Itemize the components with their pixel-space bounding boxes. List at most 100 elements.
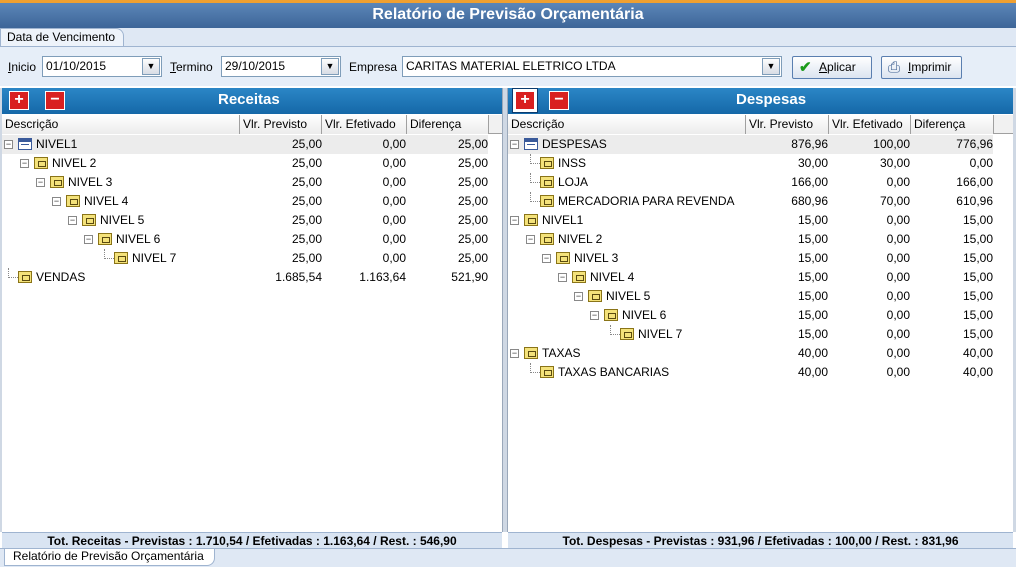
collapse-toggle-icon[interactable]: −: [68, 216, 77, 225]
tree-row[interactable]: − NIVEL 2 15,00 0,00 15,00: [508, 230, 993, 249]
tree-row[interactable]: VENDAS 1.685,54 1.163,64 521,90: [2, 268, 488, 287]
tree-row[interactable]: − TAXAS 40,00 0,00 40,00: [508, 344, 993, 363]
tree-row[interactable]: NIVEL 7 15,00 0,00 15,00: [508, 325, 993, 344]
tree-row[interactable]: − NIVEL 3 15,00 0,00 15,00: [508, 249, 993, 268]
tree-row[interactable]: − NIVEL 3 25,00 0,00 25,00: [2, 173, 488, 192]
row-description: MERCADORIA PARA REVENDA: [558, 194, 735, 208]
empresa-select[interactable]: CARITAS MATERIAL ELETRICO LTDA ▼: [402, 56, 782, 77]
bottom-tab-strip: Relatório de Previsão Orçamentária: [0, 548, 1016, 567]
collapse-toggle-icon[interactable]: −: [542, 254, 551, 263]
collapse-toggle-icon[interactable]: −: [574, 292, 583, 301]
plus-icon[interactable]: +: [9, 91, 29, 110]
tree-row[interactable]: − NIVEL 6 15,00 0,00 15,00: [508, 306, 993, 325]
cell-previsto: 25,00: [291, 213, 322, 227]
tab-relatorio[interactable]: Relatório de Previsão Orçamentária: [4, 549, 215, 566]
tree-row[interactable]: − NIVEL 4 15,00 0,00 15,00: [508, 268, 993, 287]
imprimir-button[interactable]: ⎙ Imprimir: [881, 56, 962, 79]
collapse-toggle-icon[interactable]: −: [510, 140, 519, 149]
row-description: TAXAS BANCARIAS: [558, 365, 670, 379]
tree-row[interactable]: INSS 30,00 30,00 0,00: [508, 154, 993, 173]
aplicar-button[interactable]: ✔ Aplicar: [792, 56, 872, 79]
row-description: NIVEL 6: [622, 308, 667, 322]
row-description: NIVEL1: [542, 213, 584, 227]
cell-diferenca: 521,90: [451, 270, 488, 284]
collapse-toggle-icon[interactable]: −: [510, 349, 519, 358]
cell-efetivado: 0,00: [382, 156, 406, 170]
cell-efetivado: 0,00: [382, 137, 406, 151]
folder-icon: [540, 233, 554, 245]
tree-row[interactable]: LOJA 166,00 0,00 166,00: [508, 173, 993, 192]
col-efetivado[interactable]: Vlr. Efetivado: [322, 115, 407, 134]
folder-icon: [588, 290, 602, 302]
cell-efetivado: 0,00: [886, 175, 910, 189]
termino-label: Termino: [170, 60, 213, 74]
col-diferenca[interactable]: Diferença: [911, 115, 994, 134]
folder-icon: [50, 176, 64, 188]
inicio-date-value: 01/10/2015: [46, 59, 107, 73]
collapse-toggle-icon[interactable]: −: [558, 273, 567, 282]
chevron-down-icon[interactable]: ▼: [321, 58, 339, 75]
tree-connector: [8, 268, 18, 278]
row-description: LOJA: [558, 175, 589, 189]
tree-row[interactable]: − NIVEL 6 25,00 0,00 25,00: [2, 230, 488, 249]
collapse-toggle-icon[interactable]: −: [526, 235, 535, 244]
plus-icon[interactable]: +: [513, 89, 537, 112]
cell-efetivado: 0,00: [382, 175, 406, 189]
tree-row[interactable]: − NIVEL1 15,00 0,00 15,00: [508, 211, 993, 230]
row-description: NIVEL 7: [132, 251, 177, 265]
folder-icon: [620, 328, 634, 340]
col-efetivado[interactable]: Vlr. Efetivado: [829, 115, 911, 134]
cell-previsto: 30,00: [797, 156, 828, 170]
cell-previsto: 876,96: [791, 137, 828, 151]
tree-row[interactable]: − NIVEL 4 25,00 0,00 25,00: [2, 192, 488, 211]
cell-efetivado: 1.163,64: [359, 270, 406, 284]
collapse-toggle-icon[interactable]: −: [52, 197, 61, 206]
tree-row[interactable]: − NIVEL1 25,00 0,00 25,00: [2, 135, 488, 154]
collapse-toggle-icon[interactable]: −: [510, 216, 519, 225]
cell-diferenca: 15,00: [962, 232, 993, 246]
minus-icon[interactable]: −: [45, 91, 65, 110]
collapse-toggle-icon[interactable]: −: [20, 159, 29, 168]
termino-date-picker[interactable]: 29/10/2015 ▼: [221, 56, 341, 77]
tree-row[interactable]: NIVEL 7 25,00 0,00 25,00: [2, 249, 488, 268]
row-description: TAXAS: [542, 346, 581, 360]
collapse-toggle-icon[interactable]: −: [36, 178, 45, 187]
inicio-label: Inicio: [8, 60, 37, 74]
folder-icon: [540, 157, 554, 169]
col-diferenca[interactable]: Diferença: [407, 115, 489, 134]
chevron-down-icon[interactable]: ▼: [762, 58, 780, 75]
cell-diferenca: 25,00: [457, 251, 488, 265]
col-descricao[interactable]: Descrição: [508, 115, 746, 134]
tree-row[interactable]: − DESPESAS 876,96 100,00 776,96: [508, 135, 993, 154]
cell-diferenca: 15,00: [962, 213, 993, 227]
tree-row[interactable]: − NIVEL 2 25,00 0,00 25,00: [2, 154, 488, 173]
chevron-down-icon[interactable]: ▼: [142, 58, 160, 75]
col-descricao[interactable]: Descrição: [2, 115, 240, 134]
tree-connector: [530, 173, 540, 183]
empresa-value: CARITAS MATERIAL ELETRICO LTDA: [406, 59, 616, 73]
cell-diferenca: 610,96: [956, 194, 993, 208]
receitas-title: Receitas: [218, 91, 280, 108]
row-description: NIVEL 2: [558, 232, 603, 246]
minus-icon[interactable]: −: [549, 91, 569, 110]
tree-row[interactable]: − NIVEL 5 15,00 0,00 15,00: [508, 287, 993, 306]
collapse-toggle-icon[interactable]: −: [590, 311, 599, 320]
col-previsto[interactable]: Vlr. Previsto: [240, 115, 322, 134]
cell-previsto: 40,00: [797, 346, 828, 360]
row-description: NIVEL 2: [52, 156, 97, 170]
tab-data-de-vencimento[interactable]: Data de Vencimento: [0, 28, 125, 46]
row-description: NIVEL 3: [68, 175, 113, 189]
tree-row[interactable]: MERCADORIA PARA REVENDA 680,96 70,00 610,96: [508, 192, 993, 211]
despesas-tree-grid: − DESPESAS 876,96 100,00 776,96 INSS 30,00 30,0…: [508, 135, 1013, 531]
collapse-toggle-icon[interactable]: −: [84, 235, 93, 244]
cell-previsto: 15,00: [797, 232, 828, 246]
col-previsto[interactable]: Vlr. Previsto: [746, 115, 829, 134]
collapse-toggle-icon[interactable]: −: [4, 140, 13, 149]
top-tab-strip: Data de Vencimento: [0, 28, 1016, 46]
inicio-date-picker[interactable]: 01/10/2015 ▼: [42, 56, 162, 77]
tree-row[interactable]: TAXAS BANCARIAS 40,00 0,00 40,00: [508, 363, 993, 382]
cell-previsto: 15,00: [797, 213, 828, 227]
despesas-title: Despesas: [736, 91, 807, 108]
cell-diferenca: 15,00: [962, 308, 993, 322]
tree-row[interactable]: − NIVEL 5 25,00 0,00 25,00: [2, 211, 488, 230]
